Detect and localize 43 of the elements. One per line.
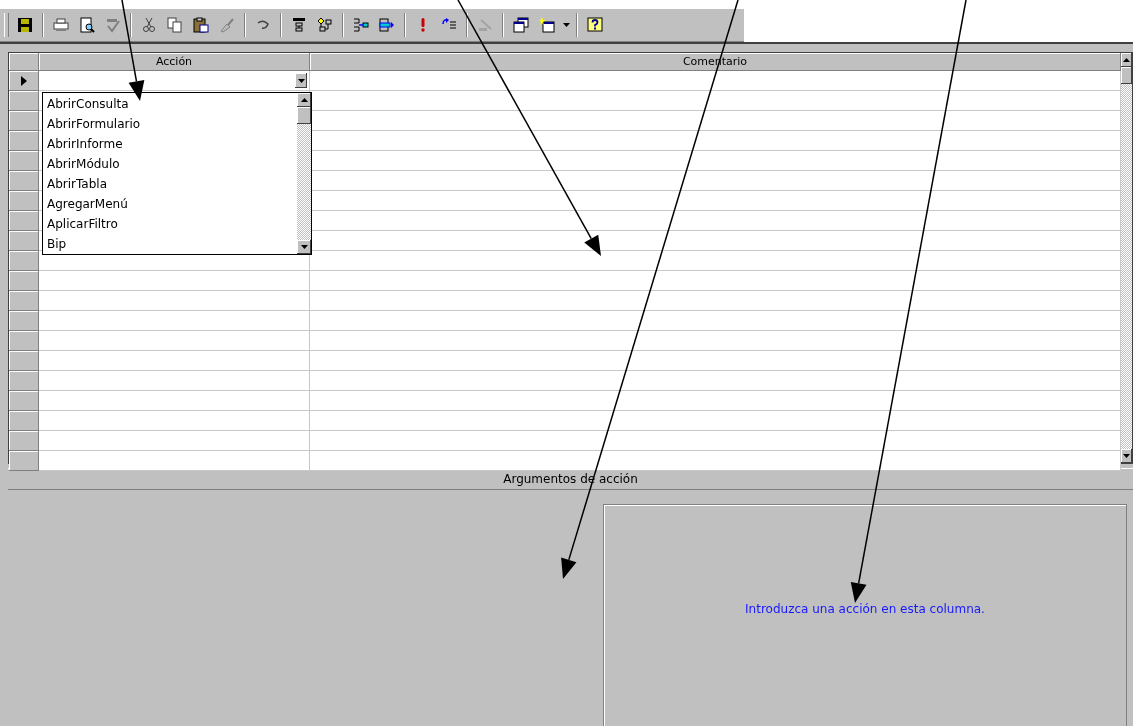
scissors-icon (141, 17, 157, 33)
list-item[interactable]: AbrirFormulario (43, 114, 297, 134)
scroll-down-icon (300, 245, 308, 249)
scroll-down-button[interactable] (297, 240, 311, 254)
list-item[interactable]: AbrirTabla (43, 174, 297, 194)
macro-names-icon (291, 17, 307, 33)
brush-icon (219, 17, 235, 33)
corner-header (9, 53, 39, 71)
dropdown-button[interactable] (295, 73, 307, 88)
new-object-icon (539, 17, 555, 33)
scrollbar-thumb[interactable] (297, 107, 311, 124)
paste-icon (193, 17, 209, 33)
insert-rows-icon (353, 17, 369, 33)
list-item[interactable]: AplicarFiltro (43, 214, 297, 234)
list-item[interactable]: AbrirMódulo (43, 154, 297, 174)
scroll-down-button[interactable] (1121, 449, 1132, 463)
list-item[interactable]: Bip (43, 234, 297, 254)
current-row-icon (20, 75, 27, 86)
action-combo[interactable] (39, 71, 310, 91)
list-item[interactable]: AgregarMenú (43, 194, 297, 214)
column-header: Acción (39, 53, 310, 71)
database-window-icon (513, 17, 529, 33)
scroll-up-button[interactable] (297, 93, 311, 107)
scrollbar[interactable] (297, 93, 311, 254)
flowchart-icon (317, 17, 333, 33)
scrollbar[interactable] (1121, 53, 1132, 463)
copy-icon (167, 17, 183, 33)
scroll-up-icon (300, 98, 308, 102)
scrollbar-thumb[interactable] (1121, 67, 1132, 84)
caret-icon (297, 78, 305, 83)
scroll-down-icon (1123, 454, 1130, 458)
row-selector[interactable] (9, 71, 39, 91)
help-icon (587, 17, 603, 33)
spell-check-icon (105, 17, 121, 33)
print-preview-icon (79, 17, 95, 33)
hint-text: Introduzca una acción en esta columna. (745, 602, 985, 618)
printer-icon (53, 17, 69, 33)
scroll-up-button[interactable] (1121, 53, 1132, 67)
scroll-up-icon (1123, 58, 1130, 62)
list-item[interactable]: AbrirConsulta (43, 94, 297, 114)
delete-rows-icon (379, 17, 395, 33)
list-item[interactable]: AbrirInforme (43, 134, 297, 154)
wand-icon (477, 17, 493, 33)
